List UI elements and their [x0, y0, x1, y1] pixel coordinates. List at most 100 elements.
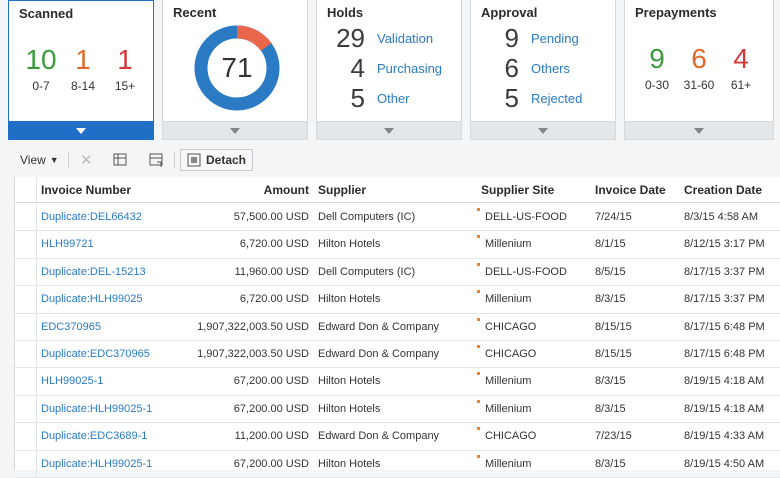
amount-cell: 67,200.00 USD: [233, 402, 309, 415]
row-gutter[interactable]: [15, 341, 37, 368]
row-gutter[interactable]: [15, 368, 37, 395]
detach-icon: [187, 153, 201, 167]
row-gutter[interactable]: [15, 231, 37, 258]
invoice-number-link[interactable]: Duplicate:HLH99025-1: [41, 403, 152, 415]
table-row[interactable]: Duplicate:EDC370965 1,907,322,003.50 USD E…: [15, 341, 780, 369]
holds-link-validation[interactable]: Validation: [377, 31, 433, 46]
row-gutter[interactable]: [15, 204, 37, 231]
scanned-bucket-0-7[interactable]: 10 0-7: [19, 45, 63, 94]
scanned-bucket-15plus[interactable]: 1 15+: [103, 44, 147, 94]
row-gutter[interactable]: [15, 423, 37, 450]
scanned-tile[interactable]: Scanned 10 0-7 1 8-14 1 15+: [8, 0, 154, 140]
invoice-date-cell: 7/24/15: [595, 211, 632, 223]
table-row[interactable]: HLH99721 6,720.00 USD Hilton Hotels Milleni…: [15, 231, 780, 259]
toolbar-divider: [68, 152, 69, 168]
col-invoice-number[interactable]: Invoice Number: [41, 183, 131, 197]
table-row[interactable]: Duplicate:HLH99025 6,720.00 USD Hilton Hot…: [15, 286, 780, 314]
supplier-site-cell: Millenium: [485, 293, 532, 306]
invoice-number-link[interactable]: Duplicate:DEL-15213: [41, 266, 146, 278]
approval-expand-button[interactable]: [471, 121, 615, 139]
prepayments-bucket-0-30[interactable]: 9 0-30: [635, 44, 679, 93]
holds-row-purchasing[interactable]: 4 Purchasing: [321, 53, 443, 83]
table-toolbar: View ▼ ✕ Detach: [0, 146, 780, 174]
invoice-number-link[interactable]: Duplicate:HLH99025: [41, 293, 143, 305]
site-marker-icon: [477, 235, 480, 239]
prepayments-tile[interactable]: Prepayments 9 0-30 6 31-60 4 61+: [624, 0, 774, 140]
scanned-bucket-8-14[interactable]: 1 8-14: [61, 45, 105, 94]
recent-tile[interactable]: Recent 71: [162, 0, 308, 140]
view-menu-label: View: [20, 153, 46, 167]
row-gutter[interactable]: [15, 395, 37, 423]
table-row[interactable]: Duplicate:DEL66432 57,500.00 USD Dell Comp…: [15, 204, 780, 232]
invoice-number-link[interactable]: HLH99025-1: [41, 375, 103, 387]
recent-expand-button[interactable]: [163, 121, 307, 139]
table-row[interactable]: Duplicate:DEL-15213 11,960.00 USD Dell Com…: [15, 258, 780, 287]
site-marker-icon: [477, 372, 480, 376]
invoice-number-link[interactable]: Duplicate:HLH99025-1: [41, 458, 152, 470]
holds-row-other[interactable]: 5 Other: [321, 83, 410, 113]
approval-link-rejected[interactable]: Rejected: [531, 91, 582, 106]
table-row[interactable]: Duplicate:HLH99025-1 67,200.00 USD Hilton …: [15, 395, 780, 424]
row-gutter[interactable]: [15, 450, 37, 477]
detach-button[interactable]: Detach: [180, 149, 254, 171]
approval-link-others[interactable]: Others: [531, 61, 570, 76]
row-gutter[interactable]: [15, 286, 37, 313]
supplier-cell: Dell Computers (IC): [318, 265, 416, 278]
table-row[interactable]: Duplicate:EDC3689-1 11,200.00 USD Edward D…: [15, 423, 780, 451]
site-marker-icon: [477, 290, 480, 294]
creation-date-cell: 8/17/15 3:37 PM: [684, 293, 765, 306]
table-row[interactable]: HLH99025-1 67,200.00 USD Hilton Hotels Mill…: [15, 368, 780, 396]
recent-donut[interactable]: 71: [193, 24, 281, 112]
site-marker-icon: [477, 454, 480, 458]
prepayments-bucket-61plus[interactable]: 4 61+: [719, 44, 763, 93]
prepayments-expand-button[interactable]: [625, 121, 773, 139]
approval-link-pending[interactable]: Pending: [531, 31, 579, 46]
recent-title: Recent: [173, 5, 217, 20]
col-supplier[interactable]: Supplier: [318, 183, 366, 197]
col-invoice-date[interactable]: Invoice Date: [595, 183, 666, 197]
scanned-label-8-14: 8-14: [70, 79, 96, 93]
holds-count-other: 5: [350, 82, 365, 113]
holds-link-other[interactable]: Other: [377, 91, 410, 106]
row-gutter[interactable]: [15, 313, 37, 340]
prepayments-bucket-31-60[interactable]: 6 31-60: [677, 43, 721, 93]
recent-count: 71: [221, 52, 253, 83]
approval-row-pending[interactable]: 9 Pending: [475, 23, 579, 53]
col-supplier-site[interactable]: Supplier Site: [481, 183, 554, 197]
table-row[interactable]: Duplicate:HLH99025-1 67,200.00 USD Hilton …: [15, 450, 780, 478]
view-menu[interactable]: View ▼: [20, 150, 59, 170]
col-amount[interactable]: Amount: [264, 183, 309, 197]
amount-cell: 1,907,322,003.50 USD: [197, 320, 309, 333]
invoice-number-link[interactable]: Duplicate:EDC370965: [41, 348, 150, 360]
col-creation-date[interactable]: Creation Date: [684, 183, 762, 197]
invoice-date-cell: 7/23/15: [595, 430, 632, 443]
prepayments-count-31-60: 6: [691, 43, 707, 74]
holds-tile[interactable]: Holds 29 Validation 4 Purchasing 5 Other: [316, 0, 462, 140]
row-gutter[interactable]: [15, 258, 37, 286]
invoice-number-link[interactable]: HLH99721: [41, 238, 94, 250]
creation-date-cell: 8/19/15 4:33 AM: [684, 430, 765, 443]
invoice-number-link[interactable]: Duplicate:DEL66432: [41, 211, 142, 223]
holds-row-validation[interactable]: 29 Validation: [321, 23, 433, 53]
invoice-number-link[interactable]: EDC370965: [41, 321, 101, 333]
invoice-number-link[interactable]: Duplicate:EDC3689-1: [41, 430, 147, 442]
holds-expand-button[interactable]: [317, 121, 461, 139]
supplier-cell: Hilton Hotels: [318, 402, 381, 415]
approval-tile[interactable]: Approval 9 Pending 6 Others 5 Rejected: [470, 0, 616, 140]
creation-date-cell: 8/17/15 3:37 PM: [684, 265, 765, 278]
site-marker-icon: [477, 427, 480, 431]
approval-row-others[interactable]: 6 Others: [475, 53, 570, 83]
approval-count-rejected: 5: [504, 82, 519, 113]
holds-title: Holds: [327, 5, 364, 20]
delete-icon[interactable]: ✕: [80, 150, 93, 170]
supplier-cell: Hilton Hotels: [318, 293, 381, 306]
prepayments-label-0-30: 0-30: [644, 78, 670, 92]
freeze-icon[interactable]: [112, 150, 128, 170]
infolet-strip: Scanned 10 0-7 1 8-14 1 15+ Recent 71 Ho…: [0, 0, 780, 142]
wrap-icon[interactable]: [148, 150, 164, 170]
scanned-count-15plus: 1: [117, 44, 133, 75]
scanned-expand-button[interactable]: [9, 121, 153, 139]
approval-row-rejected[interactable]: 5 Rejected: [475, 82, 583, 113]
table-row[interactable]: EDC370965 1,907,322,003.50 USD Edward Don …: [15, 313, 780, 341]
holds-link-purchasing[interactable]: Purchasing: [377, 61, 442, 76]
